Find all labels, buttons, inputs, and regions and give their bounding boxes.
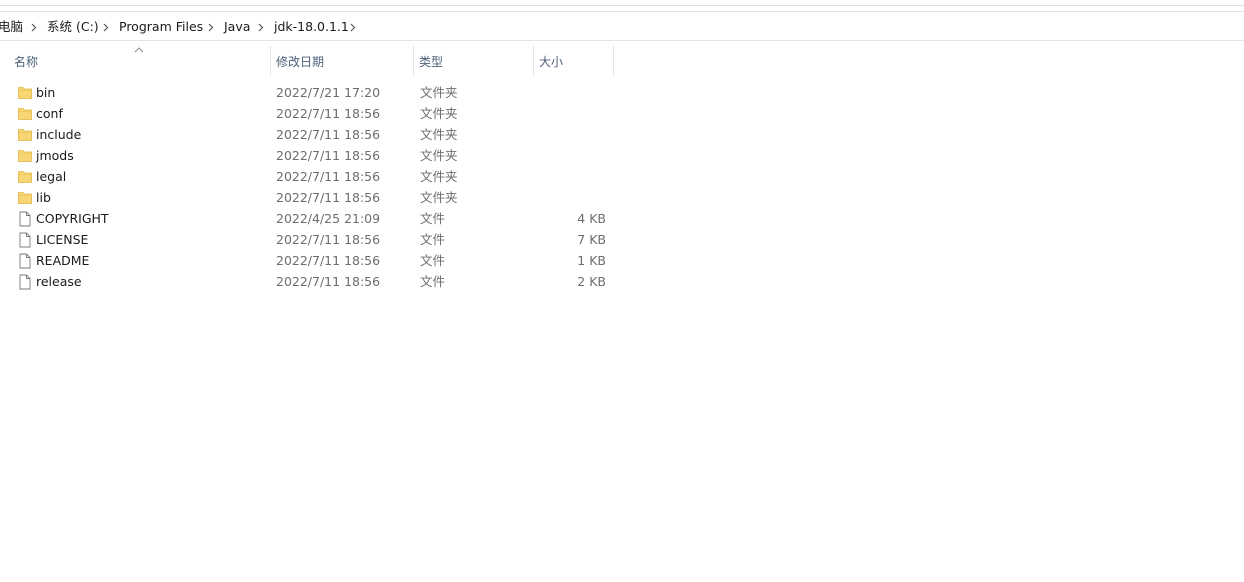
file-type: 文件夹 [420,148,458,163]
file-size [540,187,606,208]
chevron-right-icon[interactable] [208,17,214,37]
file-date-modified: 2022/4/25 21:09 [276,211,381,226]
file-icon [17,208,33,229]
column-header-size[interactable]: 大小 [533,44,613,78]
file-name: COPYRIGHT [36,211,109,226]
file-row[interactable]: bin 2022/7/21 17:20 文件夹 [0,82,620,103]
file-size: 2 KB [577,274,606,289]
file-type: 文件夹 [420,127,458,142]
file-date-modified: 2022/7/11 18:56 [276,106,381,121]
file-type: 文件夹 [420,169,458,184]
folder-icon [17,145,33,166]
file-size [540,103,606,124]
folder-icon [17,82,33,103]
file-row[interactable]: release 2022/7/11 18:56 文件 2 KB [0,271,620,292]
file-name: legal [36,169,67,184]
file-size [540,166,606,187]
file-row[interactable]: conf 2022/7/11 18:56 文件夹 [0,103,620,124]
file-size [540,124,606,145]
file-row[interactable]: include 2022/7/11 18:56 文件夹 [0,124,620,145]
file-name: include [36,127,82,142]
file-icon [17,229,33,250]
file-row[interactable]: lib 2022/7/11 18:56 文件夹 [0,187,620,208]
breadcrumb-java[interactable]: Java [224,17,250,37]
file-name: bin [36,85,56,100]
file-name: README [36,253,90,268]
file-type: 文件 [420,211,446,226]
folder-icon [17,166,33,187]
file-type: 文件 [420,232,446,247]
column-header-date[interactable]: 修改日期 [270,44,413,78]
chevron-right-icon[interactable] [31,17,37,37]
file-row[interactable]: COPYRIGHT 2022/4/25 21:09 文件 4 KB [0,208,620,229]
column-header-row: 名称 修改日期 类型 大小 [0,44,620,78]
file-name: jmods [36,148,74,163]
column-header-type[interactable]: 类型 [413,44,533,78]
file-type: 文件夹 [420,106,458,121]
file-row[interactable]: legal 2022/7/11 18:56 文件夹 [0,166,620,187]
breadcrumb-this-pc[interactable]: 电脑 [0,17,23,37]
file-size [540,145,606,166]
file-size: 1 KB [577,253,606,268]
breadcrumb-jdk[interactable]: jdk-18.0.1.1 [274,17,349,37]
chevron-right-icon[interactable] [350,17,356,37]
file-row[interactable]: LICENSE 2022/7/11 18:56 文件 7 KB [0,229,620,250]
file-row[interactable]: README 2022/7/11 18:56 文件 1 KB [0,250,620,271]
file-date-modified: 2022/7/11 18:56 [276,232,381,247]
file-type: 文件 [420,253,446,268]
folder-icon [17,187,33,208]
file-size [540,82,606,103]
file-date-modified: 2022/7/11 18:56 [276,274,381,289]
file-date-modified: 2022/7/11 18:56 [276,148,381,163]
chevron-right-icon[interactable] [258,17,264,37]
file-size: 7 KB [577,232,606,247]
window-top-divider [0,5,1244,6]
column-header-name[interactable]: 名称 [8,44,270,78]
file-row[interactable]: jmods 2022/7/11 18:56 文件夹 [0,145,620,166]
file-size: 4 KB [577,211,606,226]
address-bar[interactable]: 电脑 系统 (C:) Program Files Java jdk-18.0.1… [0,11,1244,41]
breadcrumb-system-drive[interactable]: 系统 (C:) [47,17,99,37]
breadcrumb-program-files[interactable]: Program Files [119,17,203,37]
file-name: lib [36,190,51,205]
file-type: 文件 [420,274,446,289]
file-icon [17,271,33,292]
file-name: conf [36,106,63,121]
folder-icon [17,124,33,145]
file-date-modified: 2022/7/21 17:20 [276,85,381,100]
file-date-modified: 2022/7/11 18:56 [276,190,381,205]
file-date-modified: 2022/7/11 18:56 [276,169,381,184]
file-date-modified: 2022/7/11 18:56 [276,127,381,142]
file-name: LICENSE [36,232,89,247]
file-name: release [36,274,82,289]
file-icon [17,250,33,271]
file-date-modified: 2022/7/11 18:56 [276,253,381,268]
file-type: 文件夹 [420,85,458,100]
file-list: bin 2022/7/21 17:20 文件夹 conf 2022/7/11 18:56… [0,82,620,292]
chevron-right-icon[interactable] [103,17,109,37]
column-divider[interactable] [613,46,614,76]
folder-icon [17,103,33,124]
file-type: 文件夹 [420,190,458,205]
